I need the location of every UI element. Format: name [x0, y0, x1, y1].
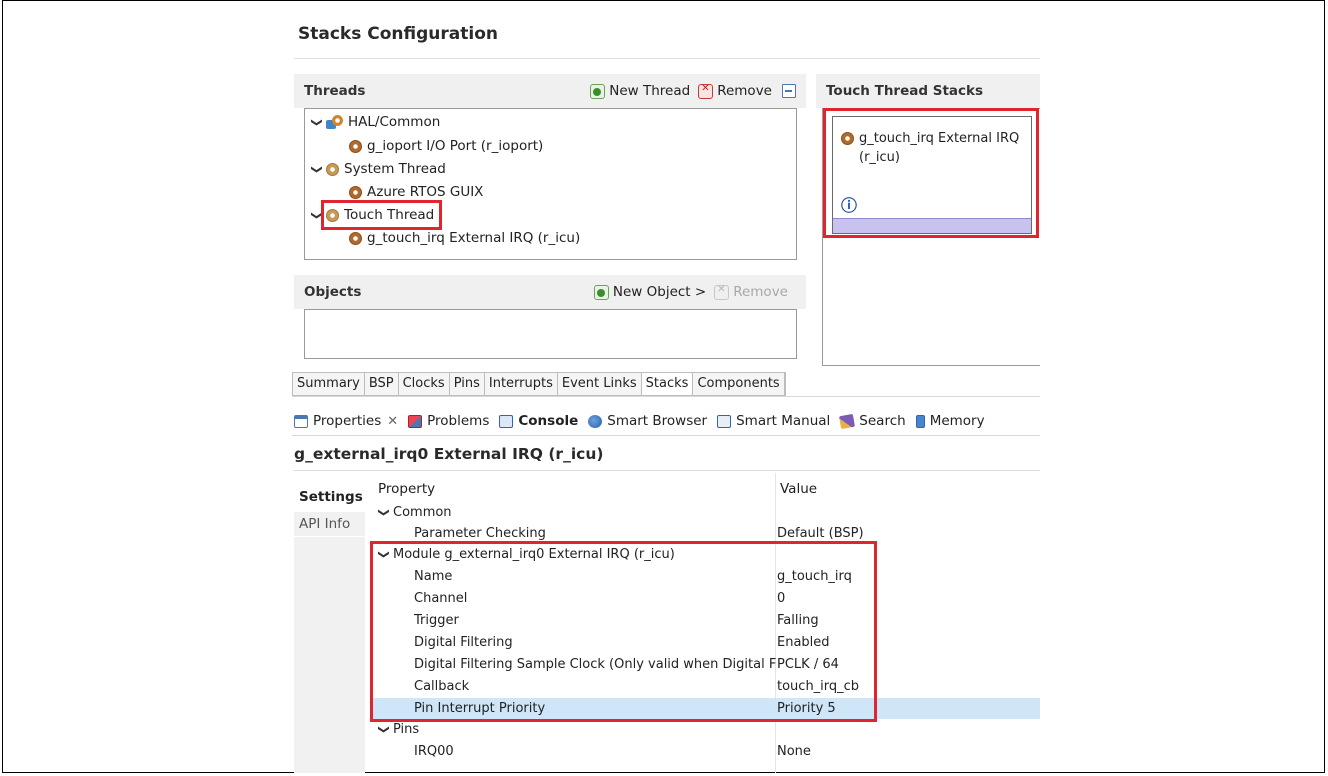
- tab-stacks[interactable]: Stacks: [641, 373, 694, 395]
- threads-header: Threads New Thread Remove: [294, 74, 806, 108]
- close-icon[interactable]: ✕: [387, 414, 398, 429]
- view-tab-smart-manual[interactable]: Smart Manual: [717, 413, 830, 429]
- module-icon: [349, 139, 362, 153]
- property-row-irq00[interactable]: IRQ00 None: [372, 741, 1040, 762]
- smart-browser-icon: [588, 414, 603, 428]
- chevron-down-icon[interactable]: ❯: [378, 724, 391, 736]
- tab-components[interactable]: Components: [693, 373, 785, 395]
- views-rule: [292, 435, 1040, 436]
- group-row-pins[interactable]: ❯ Pins: [372, 719, 1040, 740]
- view-tab-label: Console: [518, 413, 579, 429]
- view-tab-label: Smart Browser: [607, 413, 708, 429]
- property-value: Default (BSP): [777, 526, 864, 541]
- page-title: Stacks Configuration: [298, 24, 498, 44]
- view-tab-search[interactable]: Search: [839, 413, 906, 429]
- view-tab-memory[interactable]: Memory: [915, 413, 985, 429]
- properties-title: g_external_irq0 External IRQ (r_icu): [294, 445, 604, 463]
- view-tab-label: Smart Manual: [736, 413, 831, 429]
- view-tab-label: Problems: [427, 413, 490, 429]
- console-icon: [499, 414, 514, 428]
- new-object-button[interactable]: New Object >: [593, 284, 707, 300]
- chevron-down-icon[interactable]: ❯: [311, 163, 324, 175]
- new-thread-icon: [590, 83, 606, 99]
- property-value: None: [777, 744, 811, 759]
- new-thread-button[interactable]: New Thread: [590, 83, 690, 99]
- objects-heading: Objects: [304, 284, 362, 300]
- stack-block-highlight: [823, 108, 1039, 238]
- side-tab-settings[interactable]: Settings: [294, 485, 365, 509]
- tree-item-hal-common[interactable]: ❯ HAL/Common: [311, 111, 441, 133]
- property-name: Parameter Checking: [414, 526, 546, 541]
- collapse-all-button[interactable]: [782, 84, 800, 98]
- tree-item-label: g_touch_irq External IRQ (r_icu): [367, 230, 581, 246]
- editor-tabs: Summary BSP Clocks Pins Interrupts Event…: [292, 372, 786, 396]
- property-name: IRQ00: [414, 744, 454, 759]
- view-tab-console[interactable]: Console: [499, 413, 578, 429]
- tree-item-g-touch-irq[interactable]: g_touch_irq External IRQ (r_icu): [349, 227, 580, 249]
- touch-thread-highlight: [321, 200, 442, 230]
- chevron-down-icon[interactable]: ❯: [378, 507, 391, 519]
- tab-event-links[interactable]: Event Links: [558, 373, 642, 395]
- problems-icon: [408, 414, 423, 428]
- remove-icon: [698, 83, 714, 99]
- thread-icon: [326, 162, 339, 176]
- remove-object-label: Remove: [733, 284, 788, 300]
- objects-list: [304, 309, 797, 359]
- side-tab-api-info[interactable]: API Info: [294, 512, 365, 536]
- new-object-label: New Object >: [612, 284, 707, 300]
- view-tabs: Properties ✕ Problems Console Smart Brow…: [294, 410, 995, 432]
- tree-item-label: HAL/Common: [348, 114, 441, 130]
- view-tab-label: Memory: [929, 413, 985, 429]
- title-divider: [294, 58, 1040, 59]
- module-icon: [349, 185, 362, 199]
- tree-item-g-ioport[interactable]: g_ioport I/O Port (r_ioport): [349, 135, 543, 157]
- threads-tree: ❯ HAL/Common g_ioport I/O Port (r_ioport…: [304, 108, 797, 260]
- remove-icon: [714, 284, 730, 300]
- property-name: Common: [393, 505, 452, 520]
- collapse-all-icon: [782, 84, 796, 98]
- new-thread-label: New Thread: [609, 83, 691, 99]
- remove-thread-label: Remove: [717, 83, 772, 99]
- property-name: Pins: [393, 722, 420, 737]
- objects-panel: Objects New Object > Remove: [294, 275, 806, 365]
- tab-bsp[interactable]: BSP: [365, 373, 399, 395]
- properties-title-rule: [294, 470, 1040, 471]
- tree-item-label: g_ioport I/O Port (r_ioport): [367, 138, 544, 154]
- column-header-property: Property: [378, 481, 436, 497]
- tree-item-label: Azure RTOS GUIX: [367, 184, 484, 200]
- view-tab-problems[interactable]: Problems: [408, 413, 489, 429]
- module-properties-highlight: [370, 541, 877, 722]
- search-icon: [839, 413, 856, 429]
- view-tab-label: Properties: [313, 413, 382, 429]
- properties-icon: [294, 414, 308, 428]
- side-tabs-column: [294, 537, 365, 773]
- chevron-down-icon[interactable]: ❯: [311, 116, 324, 128]
- smart-manual-icon: [717, 414, 732, 428]
- remove-thread-button[interactable]: Remove: [698, 83, 772, 99]
- threads-panel: Threads New Thread Remove ❯ HAL/Common g…: [294, 74, 806, 267]
- tree-item-system-thread[interactable]: ❯ System Thread: [311, 158, 446, 180]
- threads-heading: Threads: [304, 83, 366, 99]
- hal-common-icon: [326, 114, 343, 130]
- view-tab-label: Search: [859, 413, 906, 429]
- stacks-header: Touch Thread Stacks: [816, 74, 1040, 108]
- view-tab-properties[interactable]: Properties ✕: [294, 413, 398, 429]
- tab-interrupts[interactable]: Interrupts: [485, 373, 558, 395]
- tab-clocks[interactable]: Clocks: [399, 373, 450, 395]
- remove-object-button[interactable]: Remove: [714, 284, 788, 300]
- tab-pins[interactable]: Pins: [450, 373, 485, 395]
- group-row-common[interactable]: ❯ Common: [372, 502, 1040, 523]
- module-icon: [349, 231, 362, 245]
- tabs-rule: [292, 396, 1040, 397]
- stacks-heading: Touch Thread Stacks: [826, 83, 984, 99]
- view-tab-smart-browser[interactable]: Smart Browser: [588, 413, 707, 429]
- memory-icon: [915, 414, 925, 428]
- new-object-icon: [593, 284, 609, 300]
- tab-summary[interactable]: Summary: [293, 373, 365, 395]
- column-header-value: Value: [780, 481, 818, 497]
- tree-item-label: System Thread: [344, 161, 446, 177]
- objects-header: Objects New Object > Remove: [294, 275, 806, 309]
